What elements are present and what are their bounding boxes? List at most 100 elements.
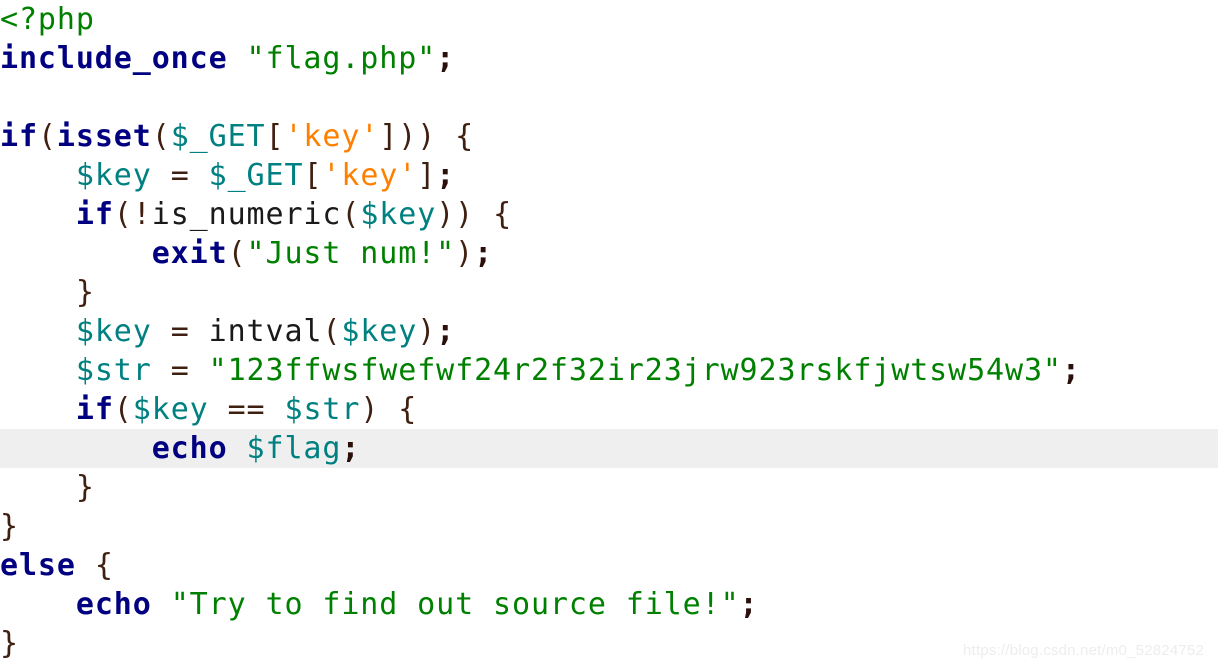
code-token-sqstring: 'key' xyxy=(284,119,380,154)
code-line: } xyxy=(0,507,1218,546)
code-token-semi: ; xyxy=(1061,353,1081,388)
code-token-punct: } xyxy=(0,509,19,544)
code-token-punct: ( xyxy=(322,314,342,349)
code-listing[interactable]: <?php include_once "flag.php"; if(isset($… xyxy=(0,0,1218,663)
code-token-punct: ( xyxy=(151,119,171,154)
code-token-keyword: if xyxy=(75,392,114,427)
code-line: } xyxy=(0,468,1218,507)
code-line: include_once "flag.php"; xyxy=(0,39,1218,78)
code-token-var: $key xyxy=(75,314,152,349)
code-token-var: $key xyxy=(132,392,209,427)
code-token-sqstring: 'key' xyxy=(322,158,418,193)
code-line: echo "Try to find out source file!"; xyxy=(0,585,1218,624)
code-token-semi: ; xyxy=(341,431,361,466)
code-token-semi: ; xyxy=(436,314,456,349)
code-token-punct: } xyxy=(0,626,19,661)
code-token-keyword: if xyxy=(0,119,38,154)
code-token-punct: [ xyxy=(265,119,285,154)
code-token-var: $_GET xyxy=(170,119,266,154)
code-token-punct: ! xyxy=(132,197,152,232)
code-line: if(isset($_GET['key'])) { xyxy=(0,117,1218,156)
code-token-punct: ( xyxy=(341,197,361,232)
code-token-keyword: echo xyxy=(151,431,228,466)
code-token-punct: } xyxy=(75,470,95,505)
code-token-punct: ] xyxy=(379,119,399,154)
code-token-var: $flag xyxy=(246,431,342,466)
code-token-punct: ) xyxy=(417,314,437,349)
code-token-punct: ) xyxy=(455,236,475,271)
code-line: if($key == $str) { xyxy=(0,390,1218,429)
code-token-func: intval xyxy=(208,314,323,349)
code-token-punct: = xyxy=(170,314,190,349)
code-token-var: $str xyxy=(284,392,361,427)
code-token-keyword: isset xyxy=(56,119,152,154)
code-token-punct: } xyxy=(75,275,95,310)
code-token-keyword: echo xyxy=(75,587,152,622)
code-token-punct: { xyxy=(398,392,418,427)
code-token-punct: ( xyxy=(37,119,57,154)
code-token-var: $key xyxy=(360,197,437,232)
code-token-tag: <?php xyxy=(0,2,95,37)
code-line: <?php xyxy=(0,0,1218,39)
code-token-string: "Try to find out source file!" xyxy=(170,587,740,622)
code-token-punct: ( xyxy=(113,197,133,232)
code-token-punct: )) xyxy=(398,119,437,154)
code-token-punct: )) xyxy=(436,197,475,232)
code-token-var: $_GET xyxy=(208,158,304,193)
code-token-punct: [ xyxy=(303,158,323,193)
code-token-string: "flag.php" xyxy=(246,41,437,76)
code-block: <?php include_once "flag.php"; if(isset($… xyxy=(0,0,1218,667)
code-line: else { xyxy=(0,546,1218,585)
code-token-punct: == xyxy=(227,392,266,427)
code-token-func: is_numeric xyxy=(151,197,342,232)
watermark: https://blog.csdn.net/m0_52824752 xyxy=(963,642,1204,659)
code-token-punct: ( xyxy=(113,392,133,427)
code-token-punct: ( xyxy=(227,236,247,271)
code-token-keyword: exit xyxy=(151,236,228,271)
code-token-keyword: else xyxy=(0,548,76,583)
code-token-semi: ; xyxy=(739,587,759,622)
code-line: $key = intval($key); xyxy=(0,312,1218,351)
code-token-punct: = xyxy=(170,353,190,388)
code-line: if(!is_numeric($key)) { xyxy=(0,195,1218,234)
code-line: echo $flag; xyxy=(0,429,1218,468)
code-token-punct: ] xyxy=(417,158,437,193)
code-token-var: $key xyxy=(75,158,152,193)
code-token-punct: ) xyxy=(360,392,380,427)
code-token-punct: { xyxy=(493,197,513,232)
code-token-semi: ; xyxy=(474,236,494,271)
code-line: } xyxy=(0,273,1218,312)
code-token-var: $str xyxy=(75,353,152,388)
code-line: $str = "123ffwsfwefwf24r2f32ir23jrw923rs… xyxy=(0,351,1218,390)
code-token-var: $key xyxy=(341,314,418,349)
code-token-semi: ; xyxy=(436,158,456,193)
code-token-semi: ; xyxy=(436,41,456,76)
code-token-punct: { xyxy=(455,119,475,154)
code-token-string: "Just num!" xyxy=(246,236,456,271)
code-line: exit("Just num!"); xyxy=(0,234,1218,273)
